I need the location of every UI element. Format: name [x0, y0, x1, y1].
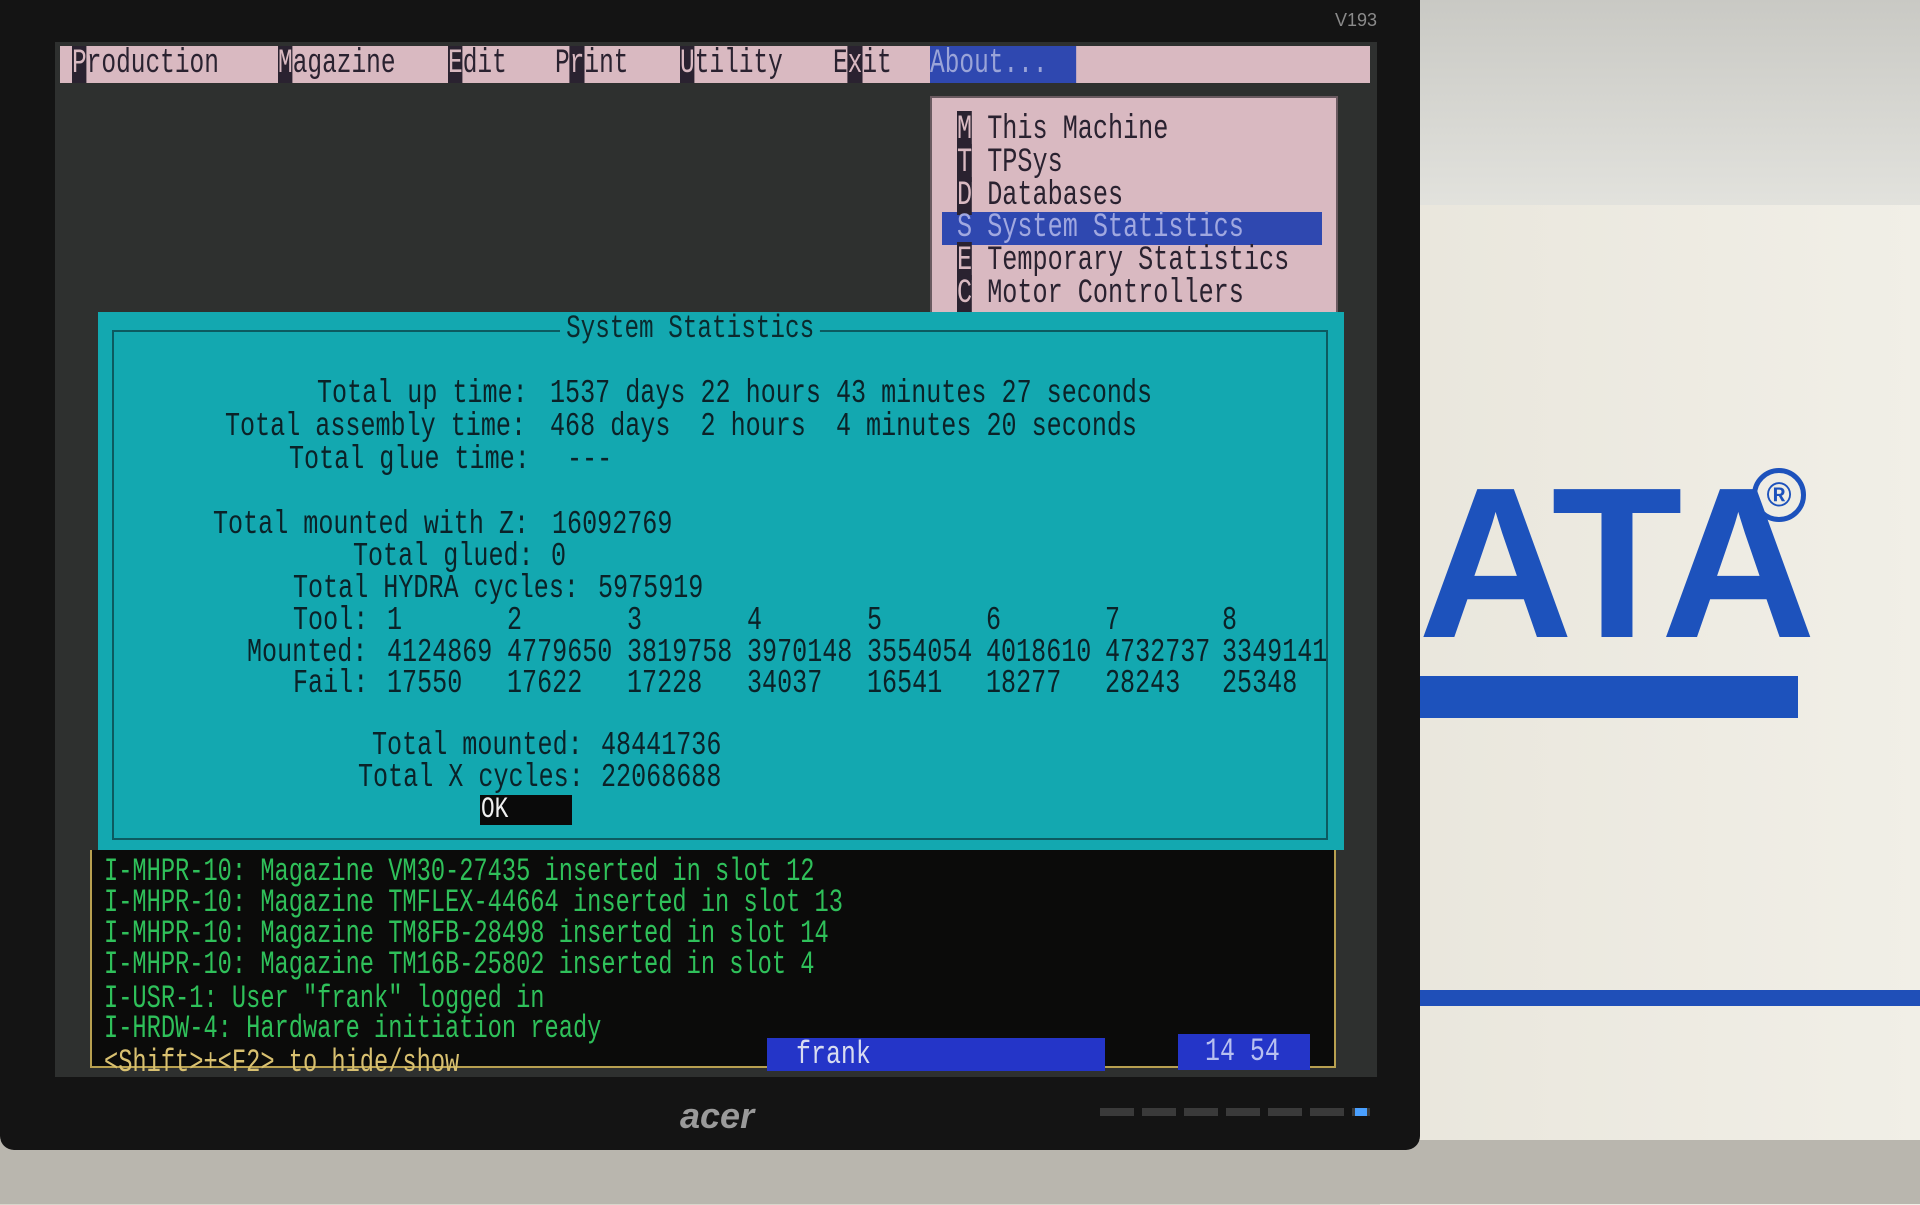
tool-number: 1 [387, 602, 403, 639]
menu-item-this-machine[interactable]: M This Machine [957, 111, 1168, 149]
fail-label: Fail: [293, 665, 369, 702]
tool-fail: 34037 [747, 665, 823, 702]
menu-magazine[interactable]: Magazine M [278, 46, 396, 83]
power-led-icon [1355, 1108, 1367, 1116]
menu-item-tpsys[interactable]: T TPSys [957, 144, 1063, 182]
log-line: I-MHPR-10: Magazine TM16B-25802 inserted… [104, 946, 815, 983]
item-label: Motor Controllers [987, 275, 1244, 313]
registered-mark: ® [1752, 468, 1806, 522]
menu-print[interactable]: Print r [555, 46, 628, 83]
tool-fail: 17228 [627, 665, 703, 702]
tool-fail: 17622 [507, 665, 583, 702]
mounted-with-z-label: Total mounted with Z: [213, 506, 530, 543]
hotkey: r [569, 45, 585, 83]
hotkey: C [957, 275, 973, 313]
glue-time-label: Total glue time: [289, 441, 530, 478]
monitor-brand-logo: acer [680, 1095, 755, 1136]
hotkey: U [680, 45, 695, 83]
tool-fail: 25348 [1222, 665, 1298, 702]
total-mounted-label: Total mounted: [372, 727, 583, 764]
log-line: I-HRDW-4: Hardware initiation ready [104, 1010, 602, 1047]
tool-fail: 16541 [867, 665, 943, 702]
menu-about[interactable]: About... [930, 46, 1077, 83]
tool-label: Tool: [293, 602, 369, 639]
tool-number: 3 [627, 602, 643, 639]
monitor-model: V193 [1335, 10, 1378, 30]
hotkey: M [278, 45, 293, 83]
x-cycles-value: 22068688 [601, 759, 722, 796]
tool-number: 2 [507, 602, 523, 639]
tool-number: 7 [1105, 602, 1121, 639]
current-user: frank [796, 1036, 871, 1073]
menu-label: Utility [680, 45, 783, 83]
tool-fail: 17550 [387, 665, 463, 702]
machine-stripe [1380, 990, 1920, 1006]
hydra-cycles-value: 5975919 [598, 570, 704, 607]
tool-number: 6 [986, 602, 1002, 639]
up-time-value: 1537 days 22 hours 43 minutes 27 seconds [550, 375, 1153, 412]
menu-item-system-statistics[interactable]: S System Statistics [957, 211, 1244, 245]
menu-label: Magazine [278, 45, 396, 83]
machine-logo: ATA [1418, 442, 1816, 683]
menu-edit[interactable]: Edit E [448, 46, 507, 83]
up-time-label: Total up time: [317, 375, 528, 412]
clock-time: 14 54 [1205, 1033, 1280, 1070]
menu-label: Print [555, 45, 629, 83]
assembly-time-label: Total assembly time: [225, 408, 527, 445]
monitor-buttons[interactable] [1100, 1108, 1370, 1116]
glued-label: Total glued: [353, 538, 534, 575]
total-mounted-value: 48441736 [601, 727, 722, 764]
logo-underline [1420, 676, 1798, 718]
glued-value: 0 [551, 538, 567, 575]
background-wall [1380, 0, 1920, 230]
assembly-time-value: 468 days 2 hours 4 minutes 20 seconds [550, 408, 1137, 445]
log-toggle-hint: <Shift>+<F2> to hide/show [104, 1044, 460, 1081]
tool-fail: 18277 [986, 665, 1062, 702]
ok-button-label: OK [481, 793, 509, 827]
menu-item-motor-controllers[interactable]: C Motor Controllers [957, 275, 1244, 313]
glue-time-value: --- [567, 441, 613, 478]
x-cycles-label: Total X cycles: [358, 759, 584, 796]
menu-exit[interactable]: Exit x [833, 46, 892, 83]
menu-utility[interactable]: Utility U [680, 46, 783, 83]
tool-number: 8 [1222, 602, 1238, 639]
tool-fail: 28243 [1105, 665, 1181, 702]
mounted-with-z-value: 16092769 [552, 506, 673, 543]
menu-label: Production [72, 45, 219, 83]
hotkey: x [847, 45, 863, 83]
hydra-cycles-label: Total HYDRA cycles: [293, 570, 579, 607]
tool-number: 4 [747, 602, 763, 639]
hotkey: P [72, 45, 87, 83]
menu-item-temporary-statistics[interactable]: E Temporary Statistics [957, 242, 1289, 280]
tool-number: 5 [867, 602, 883, 639]
menu-production[interactable]: Production P [72, 46, 219, 83]
dialog-title: System Statistics [560, 312, 821, 346]
menu-label: Exit [833, 45, 892, 83]
hotkey: E [448, 45, 463, 83]
